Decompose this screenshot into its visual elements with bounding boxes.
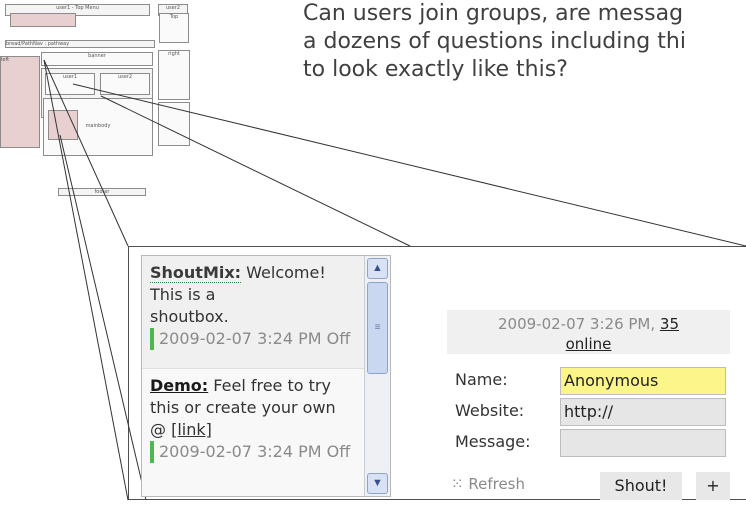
website-label: Website: [455, 401, 525, 420]
message-text: Welcome! [246, 263, 326, 282]
status-stamp: 2009-02-07 3:26 PM, 35 online [447, 310, 730, 354]
stamp-date: 2009-02-07 3:26 PM, [497, 315, 656, 333]
message-text: This is a [150, 285, 216, 304]
wire-pink-block [48, 110, 78, 140]
message-text: Feel free to try [213, 376, 331, 395]
message-text: this or create your own [150, 398, 336, 417]
wire-left: left [0, 56, 40, 148]
question-text: Can users join groups, are messag a doze… [303, 0, 746, 110]
message-row: Message: [447, 428, 730, 458]
wire-pathway-label: bread/PathNav : pathway [6, 41, 70, 47]
wire-mainbody-label: mainbody [85, 123, 111, 129]
wire-right-label: right [168, 51, 180, 57]
wire-user1-label: user1 [62, 74, 78, 80]
question-line-3: to look exactly like this? [303, 57, 568, 82]
name-field[interactable]: Anonymous [560, 367, 726, 395]
wire-right-lower [158, 102, 190, 146]
message-text: @ [150, 420, 172, 439]
scroll-down-icon[interactable]: ▼ [367, 473, 388, 494]
website-field[interactable]: http:// [560, 398, 726, 426]
name-row: Name: Anonymous [447, 366, 730, 396]
wire-right: right [158, 50, 190, 100]
scroll-up-icon[interactable]: ▲ [367, 258, 388, 279]
wire-user2-label: user2 [117, 74, 133, 80]
scrollbar[interactable]: ▲ ≡ ▼ [364, 256, 390, 496]
message-item: Demo: Feel free to try this or create yo… [142, 368, 390, 496]
question-line-2: a dozens of questions including thi [303, 29, 686, 54]
wire-logo [10, 13, 76, 27]
wire-top-box: Top [159, 13, 189, 43]
message-label: Message: [455, 432, 531, 451]
shout-form: 2009-02-07 3:26 PM, 35 online Name: Anon… [447, 310, 730, 500]
refresh-button[interactable]: ⁙ Refresh [451, 475, 525, 493]
shoutbox-messages[interactable]: ShoutMix: Welcome! This is a shoutbox. 2… [141, 255, 391, 497]
plus-button[interactable]: + [696, 472, 730, 500]
wire-top-box-label: Top [169, 14, 179, 20]
message-text: shoutbox. [150, 307, 229, 326]
wire-footer-label: footer [94, 189, 110, 195]
layout-wireframe-thumbnail: user1 - Top Menu user2 Top bread/PathNav… [0, 0, 214, 200]
wire-user1: user1 [45, 73, 95, 95]
message-field[interactable] [560, 429, 726, 457]
message-author[interactable]: Demo: [150, 376, 208, 395]
message-link[interactable]: [link] [171, 420, 212, 439]
message-author[interactable]: ShoutMix: [150, 263, 242, 283]
scroll-thumb[interactable]: ≡ [367, 282, 388, 374]
online-link[interactable]: online [566, 335, 612, 353]
wire-banner-label: banner [88, 53, 106, 59]
message-item: ShoutMix: Welcome! This is a shoutbox. 2… [142, 256, 390, 368]
shout-button[interactable]: Shout! [600, 472, 682, 500]
wire-user-top-label: user2 [165, 5, 181, 11]
refresh-icon: ⁙ [451, 475, 464, 493]
online-count-link[interactable]: 35 [660, 315, 679, 333]
wire-footer: footer [58, 188, 146, 196]
name-label: Name: [455, 370, 508, 389]
website-row: Website: http:// [447, 397, 730, 427]
message-timestamp: 2009-02-07 3:24 PM Off [150, 328, 382, 350]
wire-user2: user2 [100, 73, 150, 95]
wire-banner: banner [41, 52, 153, 66]
question-line-1: Can users join groups, are messag [303, 1, 684, 26]
wire-pathway: bread/PathNav : pathway [5, 40, 155, 48]
message-timestamp: 2009-02-07 3:24 PM Off [150, 441, 382, 463]
wire-top-menu-label: user1 - Top Menu [56, 5, 99, 11]
refresh-label: Refresh [468, 475, 526, 493]
wire-left-label: left [1, 57, 10, 63]
